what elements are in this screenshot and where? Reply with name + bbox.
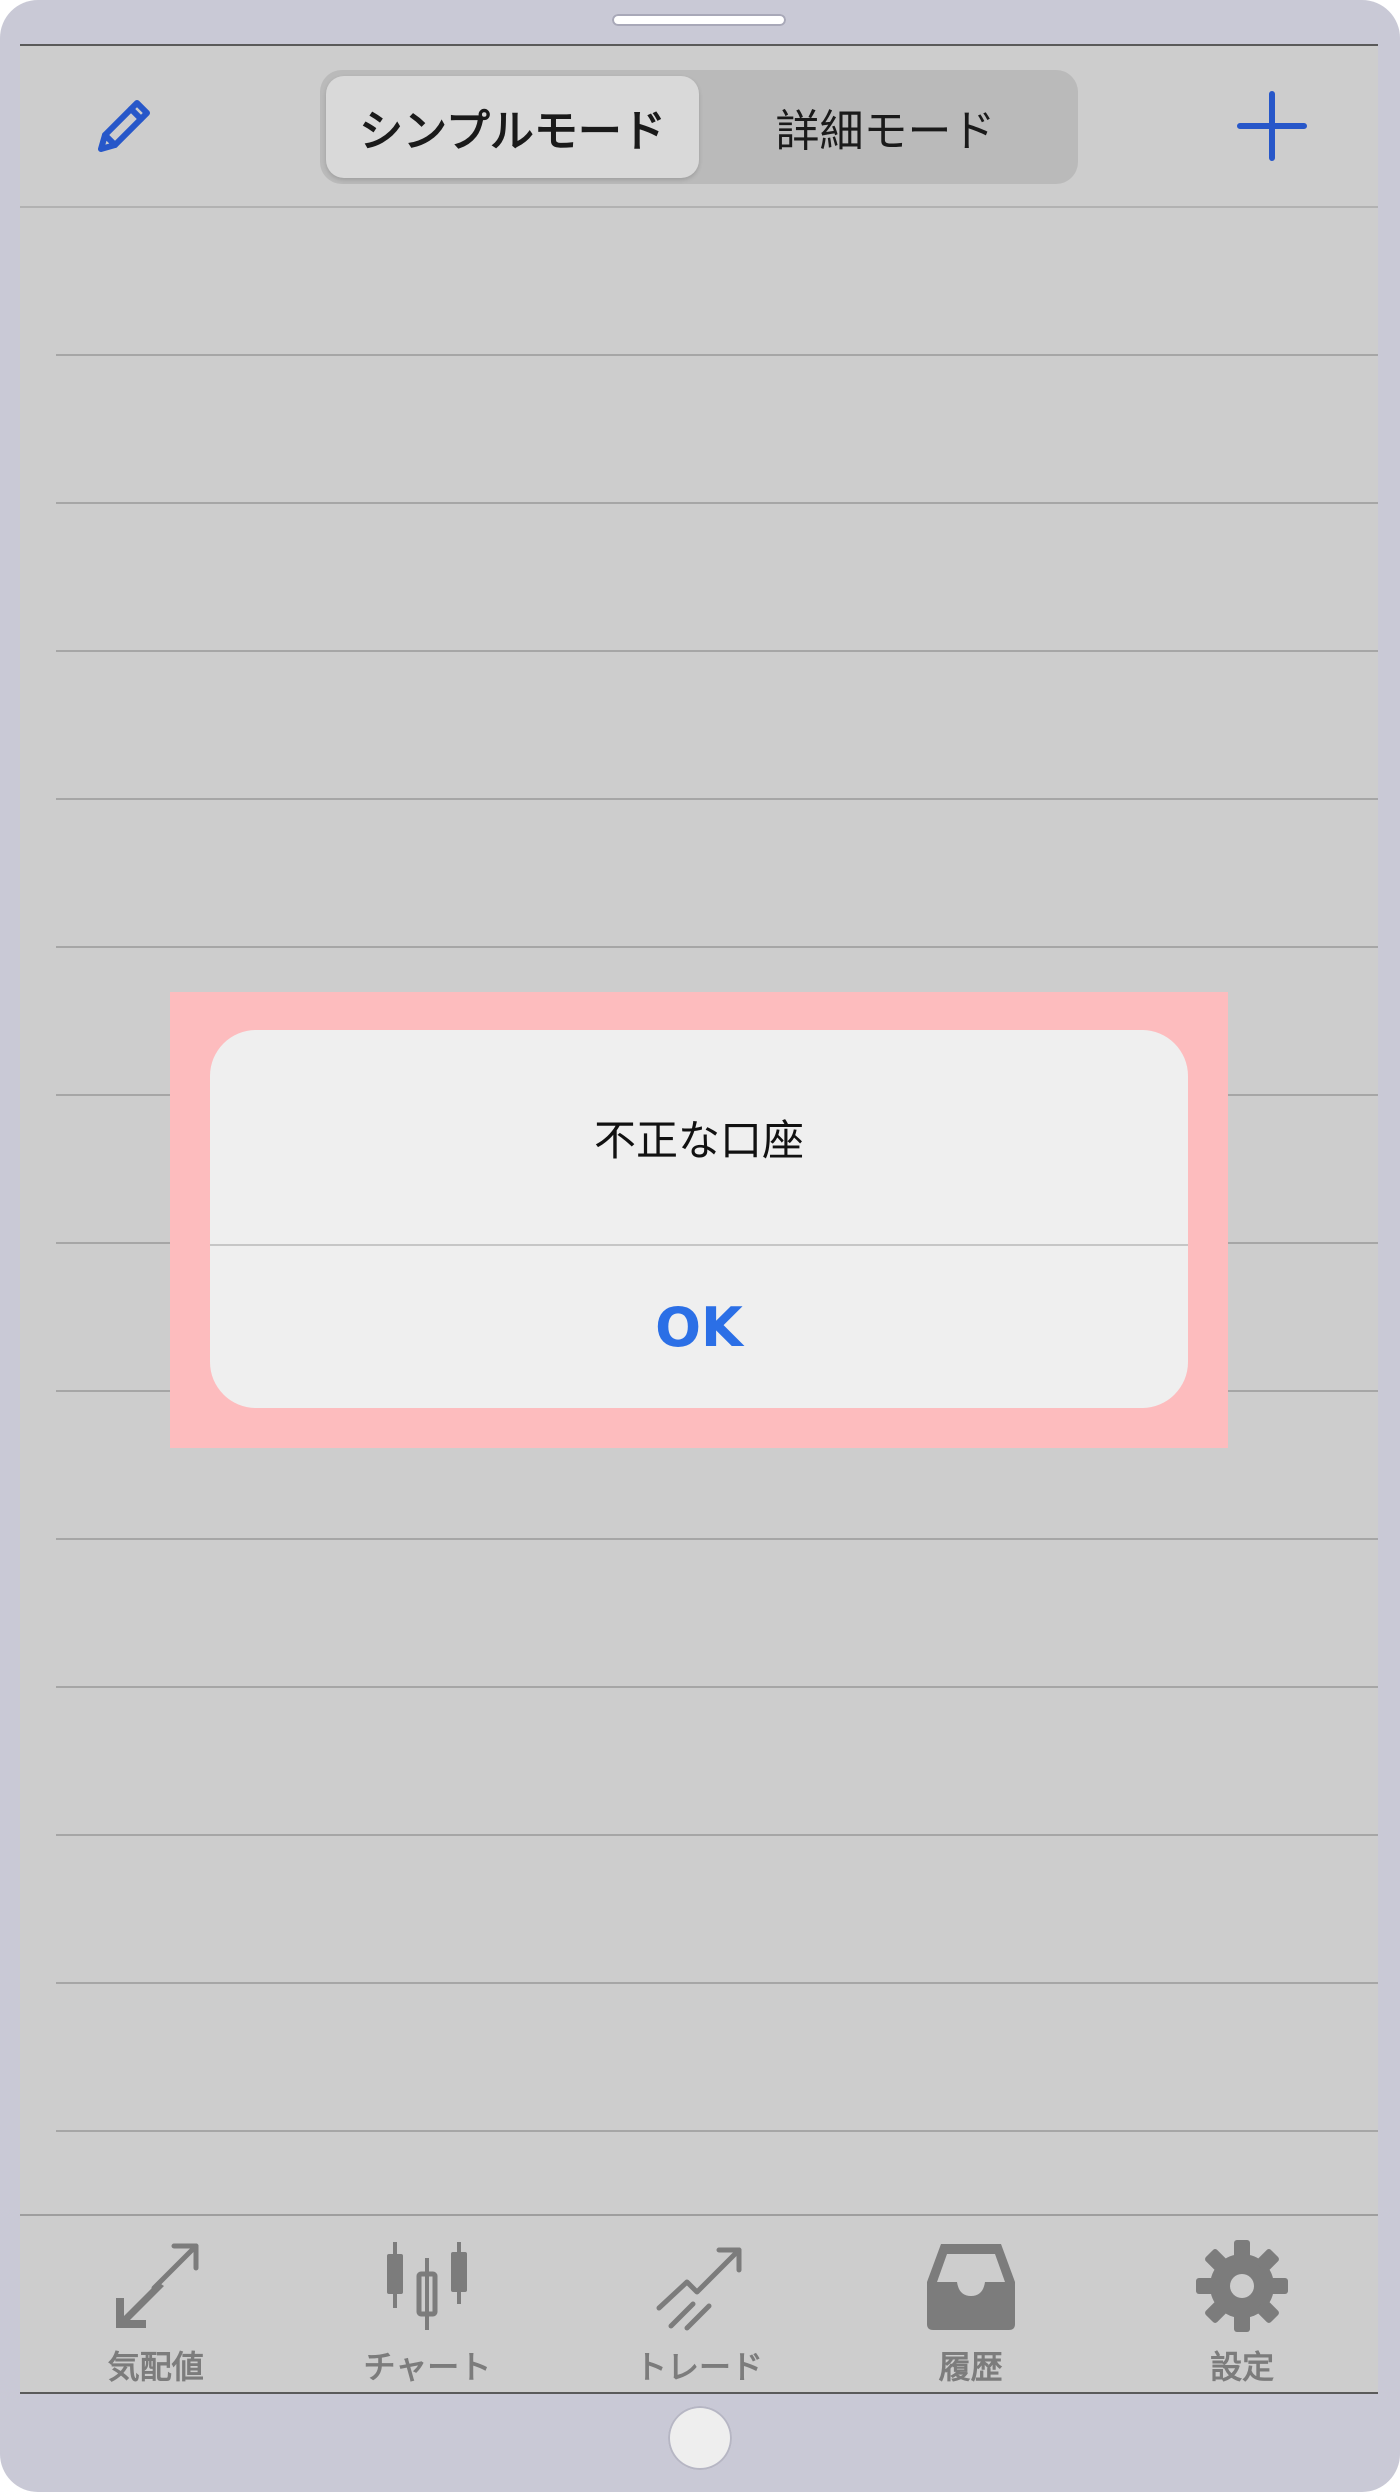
gear-icon [1196, 2240, 1289, 2332]
quotes-arrows-icon [115, 2243, 199, 2328]
list-row [56, 1688, 1378, 1836]
tab-trade[interactable]: トレード [563, 2216, 835, 2392]
candlestick-icon [387, 2242, 468, 2330]
tab-chart[interactable]: チャート [292, 2216, 564, 2392]
tab-label-quotes: 気配値 [107, 2348, 204, 2386]
tab-quotes[interactable]: 気配値 [20, 2216, 292, 2392]
trade-icon [656, 2247, 742, 2331]
tab-history[interactable]: 履歴 [835, 2216, 1107, 2392]
tab-label-trade: トレード [634, 2348, 763, 2386]
ok-button[interactable]: OK [210, 1246, 1188, 1408]
inbox-tray-icon [926, 2244, 1015, 2330]
navigation-bar: シンプルモード 詳細モード [20, 46, 1378, 208]
tab-settings[interactable]: 設定 [1106, 2216, 1378, 2392]
list-row [56, 504, 1378, 652]
segment-simple-mode[interactable]: シンプルモード [326, 76, 699, 178]
list-row [56, 208, 1378, 356]
list-row [56, 652, 1378, 800]
plus-icon [1237, 91, 1307, 161]
list-row [56, 356, 1378, 504]
add-button[interactable] [1232, 86, 1312, 166]
segment-detail-mode[interactable]: 詳細モード [699, 76, 1072, 178]
alert-message: 不正な口座 [593, 1115, 804, 1165]
phone-frame: シンプルモード 詳細モード 気配値 チャート トレード 履歴 設定 不正な口座 … [0, 0, 1400, 2492]
mode-segmented-control: シンプルモード 詳細モード [320, 70, 1078, 184]
tab-bar: 気配値 チャート トレード 履歴 設定 [20, 2214, 1378, 2392]
list-row [56, 1836, 1378, 1984]
list-row [56, 800, 1378, 948]
list-row [56, 1984, 1378, 2132]
tab-label-history: 履歴 [938, 2348, 1003, 2386]
list-row [56, 1540, 1378, 1688]
home-button[interactable] [668, 2406, 732, 2470]
pencil-icon [98, 100, 150, 152]
speaker-slot [612, 14, 786, 26]
alert-dialog: 不正な口座 OK [210, 1030, 1188, 1408]
tab-label-chart: チャート [363, 2348, 492, 2386]
edit-button[interactable] [84, 86, 164, 166]
tab-label-settings: 設定 [1210, 2348, 1275, 2386]
